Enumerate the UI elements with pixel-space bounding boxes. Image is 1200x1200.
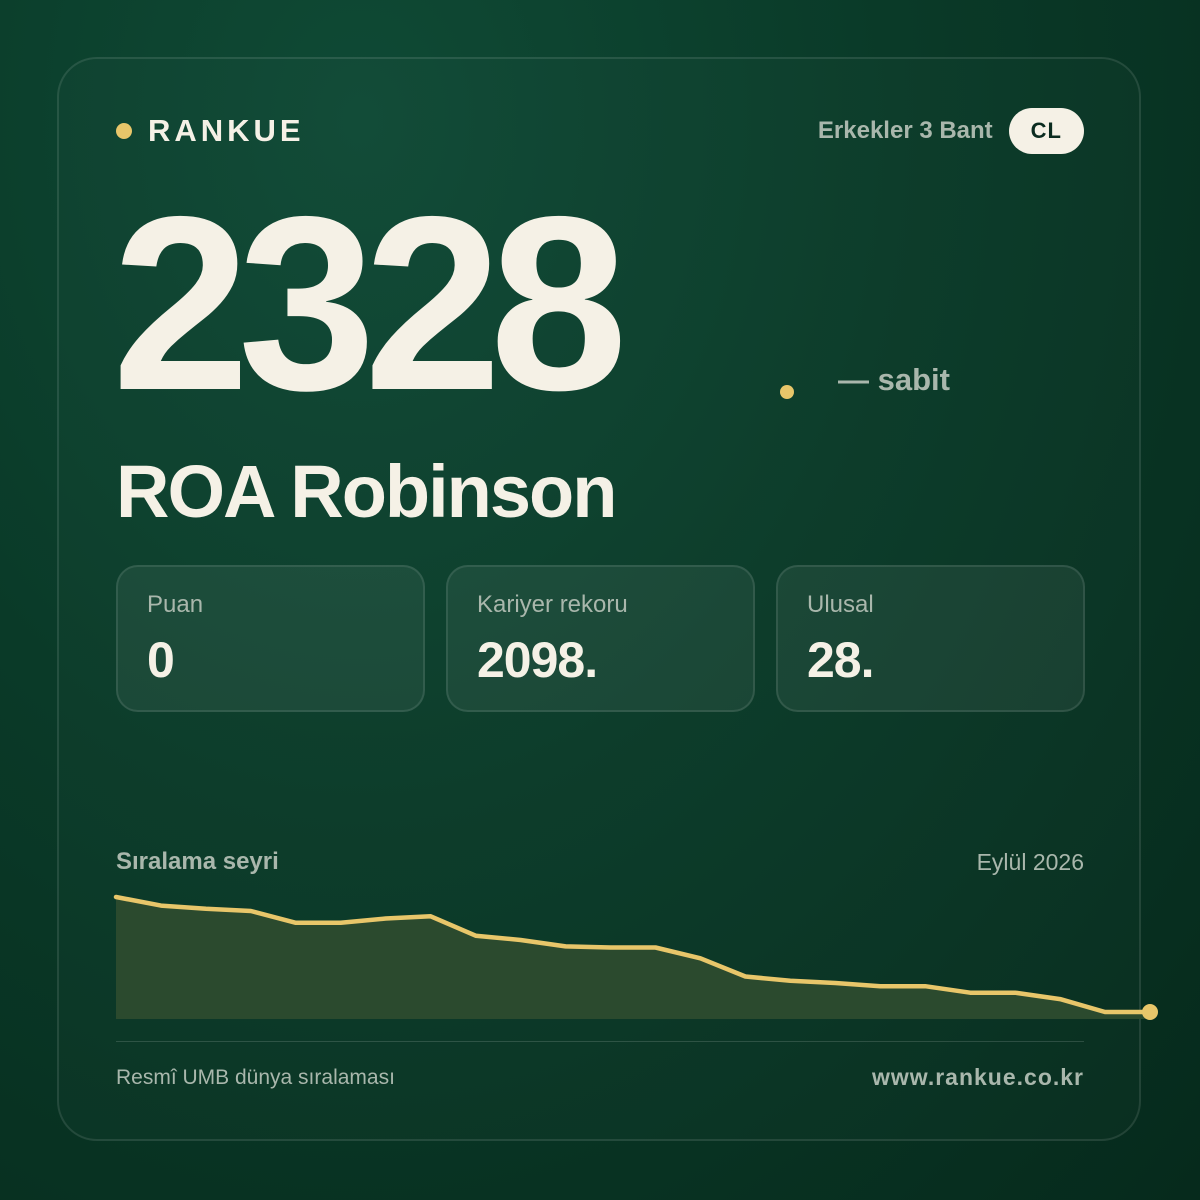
footer-divider [116, 1041, 1084, 1042]
footer-source: Resmî UMB dünya sıralaması [116, 1066, 395, 1089]
rank-trend-chart [113, 894, 1158, 1020]
chart-end-point [1142, 1004, 1158, 1020]
footer-url: www.rankue.co.kr [872, 1064, 1084, 1090]
